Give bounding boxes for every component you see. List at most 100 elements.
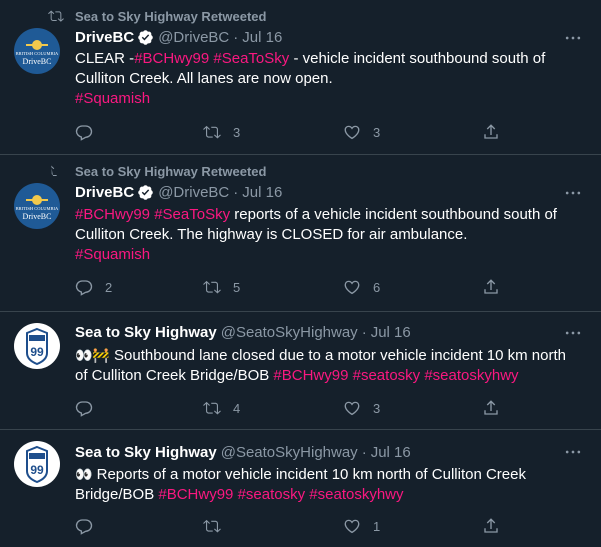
avatar[interactable]: BRITISH COLUMBIA DriveBC: [14, 183, 60, 229]
verified-badge-icon: [138, 184, 153, 200]
hashtag-link[interactable]: #seatosky: [238, 486, 306, 503]
svg-text:DriveBC: DriveBC: [23, 212, 52, 221]
retweet-button[interactable]: 3: [203, 122, 240, 142]
like-button[interactable]: 3: [343, 122, 380, 142]
tweet-actions: 1: [75, 516, 515, 536]
reply-button[interactable]: [75, 122, 105, 142]
hashtag-link[interactable]: #Squamish: [75, 90, 150, 107]
share-button[interactable]: [482, 398, 500, 418]
tweet-header: Sea to Sky Highway @SeatoSkyHighway · Ju…: [75, 322, 411, 342]
author-name[interactable]: DriveBC: [75, 29, 134, 46]
more-icon: [565, 331, 581, 335]
hashtag-link[interactable]: #Squamish: [75, 246, 150, 263]
author-handle[interactable]: @DriveBC: [158, 29, 229, 46]
share-icon: [484, 279, 498, 294]
hashtag-link[interactable]: #BCHwy99: [75, 206, 150, 223]
like-button[interactable]: 3: [343, 398, 380, 418]
like-count: 3: [373, 400, 381, 416]
tweet-text: #BCHwy99 #SeaToSky reports of a vehicle …: [75, 206, 557, 263]
retweet-button[interactable]: 5: [203, 277, 240, 297]
share-icon: [484, 518, 498, 533]
hashtag-link[interactable]: #seatoskyhwy: [424, 367, 518, 384]
tweet-date[interactable]: Jul 16: [242, 29, 282, 46]
tweet-date[interactable]: Jul 16: [242, 184, 282, 201]
hashtag-link[interactable]: #BCHwy99: [134, 50, 209, 67]
more-options-button[interactable]: [563, 323, 583, 343]
reply-button[interactable]: 2: [75, 277, 112, 297]
heart-icon: [344, 125, 360, 140]
author-name[interactable]: DriveBC: [75, 184, 134, 201]
svg-text:99: 99: [30, 463, 44, 477]
share-button[interactable]: [482, 516, 500, 536]
more-options-button[interactable]: [563, 28, 583, 48]
tweet-date[interactable]: Jul 16: [371, 444, 411, 461]
like-count: 1: [373, 518, 381, 534]
tweet[interactable]: 99 Sea to Sky Highway @SeatoSkyHighway ·…: [0, 430, 601, 547]
more-icon: [565, 36, 581, 40]
retweet-icon: [48, 10, 64, 22]
author-name[interactable]: Sea to Sky Highway: [75, 324, 217, 341]
svg-text:99: 99: [30, 345, 44, 359]
eyes-construction-emoji: 👀🚧: [75, 347, 110, 363]
hashtag-link[interactable]: #seatoskyhwy: [309, 486, 403, 503]
reply-icon: [75, 125, 93, 141]
eyes-emoji: 👀: [75, 466, 93, 482]
tweet-text: 👀🚧 Southbound lane closed due to a motor…: [75, 347, 566, 384]
reply-button[interactable]: [75, 398, 105, 418]
more-options-button[interactable]: [563, 442, 583, 462]
retweet-icon: [203, 280, 221, 294]
reply-count: 2: [105, 279, 113, 295]
separator-dot: ·: [361, 443, 367, 461]
like-button[interactable]: 1: [343, 516, 380, 536]
more-icon: [565, 450, 581, 454]
svg-text:BRITISH COLUMBIA: BRITISH COLUMBIA: [16, 206, 59, 211]
share-button[interactable]: [482, 277, 500, 297]
more-options-button[interactable]: [563, 183, 583, 203]
retweet-label[interactable]: Sea to Sky Highway Retweeted: [75, 9, 266, 24]
avatar[interactable]: 99: [14, 441, 60, 487]
reply-button[interactable]: [75, 516, 105, 536]
tweet[interactable]: Sea to Sky Highway Retweeted BRITISH COL…: [0, 0, 601, 155]
hashtag-link[interactable]: #BCHwy99: [273, 367, 348, 384]
svg-text:DriveBC: DriveBC: [23, 57, 52, 66]
avatar[interactable]: BRITISH COLUMBIA DriveBC: [14, 28, 60, 74]
highway-99-shield-icon: 99: [14, 441, 60, 487]
drivebc-logo-icon: BRITISH COLUMBIA DriveBC: [14, 183, 60, 229]
retweet-button[interactable]: [203, 516, 233, 536]
separator-dot: ·: [233, 183, 239, 201]
tweet-actions: 2 5 6: [75, 277, 515, 297]
retweet-count: 5: [233, 279, 241, 295]
author-handle[interactable]: @DriveBC: [158, 184, 229, 201]
hashtag-link[interactable]: #SeaToSky: [213, 50, 289, 67]
retweet-context: Sea to Sky Highway Retweeted: [48, 7, 266, 25]
hashtag-link[interactable]: #seatosky: [353, 367, 421, 384]
heart-icon: [344, 280, 360, 295]
hashtag-link[interactable]: #SeaToSky: [154, 206, 230, 223]
author-handle[interactable]: @SeatoSkyHighway: [221, 444, 358, 461]
tweet[interactable]: Sea to Sky Highway Retweeted BRITISH COL…: [0, 155, 601, 312]
retweet-label[interactable]: Sea to Sky Highway Retweeted: [75, 164, 266, 179]
author-name[interactable]: Sea to Sky Highway: [75, 444, 217, 461]
separator-dot: ·: [233, 28, 239, 46]
share-button[interactable]: [482, 122, 500, 142]
tweet-actions: 4 3: [75, 398, 515, 418]
retweet-button[interactable]: 4: [203, 398, 240, 418]
author-handle[interactable]: @SeatoSkyHighway: [221, 324, 358, 341]
retweet-count: 3: [233, 124, 241, 140]
hashtag-link[interactable]: #BCHwy99: [158, 486, 233, 503]
retweet-icon: [203, 125, 221, 139]
tweet-header: DriveBC @DriveBC · Jul 16: [75, 182, 282, 202]
like-count: 3: [373, 124, 381, 140]
tweet[interactable]: 99 Sea to Sky Highway @SeatoSkyHighway ·…: [0, 312, 601, 430]
retweet-icon: [51, 165, 57, 176]
separator-dot: ·: [361, 323, 367, 341]
like-button[interactable]: 6: [343, 277, 380, 297]
heart-icon: [344, 401, 360, 416]
avatar[interactable]: 99: [14, 323, 60, 369]
highway-99-shield-icon: 99: [14, 323, 60, 369]
like-count: 6: [373, 279, 381, 295]
tweet-actions: 3 3: [75, 122, 515, 142]
share-icon: [484, 124, 498, 139]
tweet-date[interactable]: Jul 16: [371, 324, 411, 341]
retweet-context: Sea to Sky Highway Retweeted: [48, 162, 266, 180]
